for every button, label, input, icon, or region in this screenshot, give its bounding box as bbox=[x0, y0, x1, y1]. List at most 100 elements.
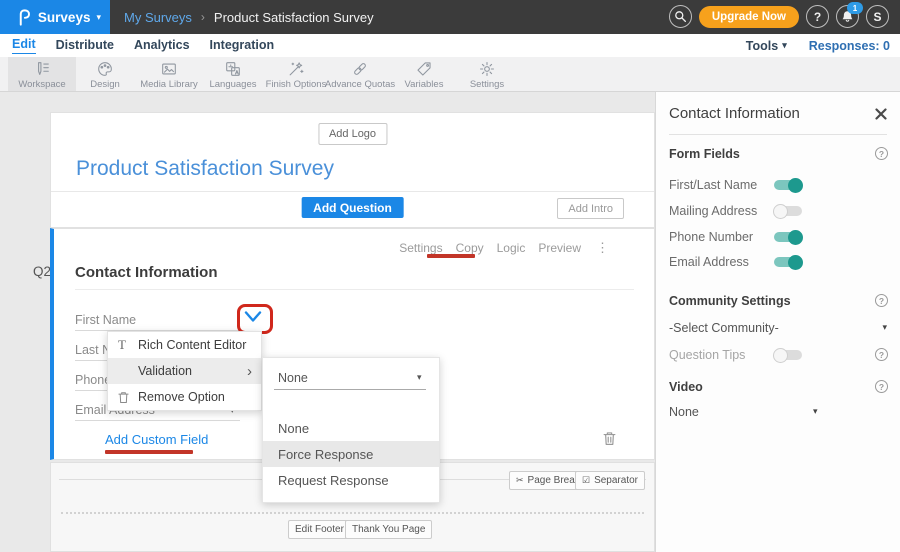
tab-analytics[interactable]: Analytics bbox=[134, 38, 190, 54]
toggle-phone-number[interactable] bbox=[774, 232, 802, 242]
survey-header-card: Add Logo Product Satisfaction Survey Add… bbox=[50, 112, 655, 228]
caret-down-icon[interactable]: ▾ bbox=[813, 406, 818, 417]
help-button[interactable]: ? bbox=[806, 5, 829, 28]
chevron-right-icon: › bbox=[247, 364, 252, 379]
toolbar-item-media-library[interactable]: Media Library bbox=[135, 57, 203, 91]
help-icon[interactable]: ? bbox=[875, 348, 888, 361]
help-icon[interactable]: ? bbox=[875, 294, 888, 307]
caret-down-icon[interactable]: ▾ bbox=[882, 322, 887, 333]
chevron-down-icon: ▾ bbox=[96, 13, 101, 22]
thank-you-page-button[interactable]: Thank You Page bbox=[345, 520, 432, 539]
survey-title[interactable]: Product Satisfaction Survey bbox=[76, 157, 334, 181]
toolbar-item-advance-quotas[interactable]: Advance Quotas bbox=[326, 57, 394, 91]
add-logo-button[interactable]: Add Logo bbox=[318, 123, 387, 145]
header-actions: Upgrade Now ? 1 S bbox=[669, 5, 889, 28]
help-icon[interactable]: ? bbox=[875, 147, 888, 160]
video-heading: Video bbox=[669, 380, 703, 394]
close-icon[interactable] bbox=[875, 108, 887, 120]
field-context-menu: T Rich Content Editor Validation › Remov… bbox=[107, 331, 262, 411]
sidebar-title: Contact Information bbox=[669, 105, 800, 122]
delete-question-trash-icon[interactable] bbox=[603, 431, 616, 446]
edit-footer-button[interactable]: Edit Footer bbox=[288, 520, 351, 539]
toggle-label-phone-number: Phone Number bbox=[669, 230, 753, 244]
field-phone[interactable]: Phone bbox=[75, 373, 111, 387]
question-copy-link[interactable]: Copy bbox=[456, 241, 484, 255]
workspace-icon bbox=[33, 60, 51, 78]
toggle-label-email-address: Email Address bbox=[669, 255, 749, 269]
add-intro-button[interactable]: Add Intro bbox=[557, 198, 624, 219]
tab-distribute[interactable]: Distribute bbox=[56, 38, 114, 54]
field-underline bbox=[75, 420, 240, 421]
divider bbox=[669, 134, 887, 135]
breadcrumb-separator-icon: › bbox=[201, 10, 205, 24]
toolbar-item-workspace[interactable]: Workspace bbox=[8, 57, 76, 91]
add-question-button[interactable]: Add Question bbox=[301, 197, 404, 218]
select-underline bbox=[274, 389, 426, 390]
chain-link-icon bbox=[351, 60, 369, 78]
upgrade-button[interactable]: Upgrade Now bbox=[699, 6, 799, 28]
validation-option-force-response[interactable]: Force Response bbox=[263, 441, 439, 467]
toolbar-item-finish-options[interactable]: Finish Options bbox=[262, 57, 330, 91]
nav-tabs: Edit Distribute Analytics Integration bbox=[12, 34, 274, 57]
form-fields-heading: Form Fields bbox=[669, 147, 740, 161]
top-header: Surveys ▾ My Surveys › Product Satisfact… bbox=[0, 0, 900, 34]
question-title[interactable]: Contact Information bbox=[75, 264, 218, 281]
chevron-down-icon: ▾ bbox=[782, 40, 787, 51]
question-logic-link[interactable]: Logic bbox=[497, 241, 526, 255]
add-custom-field-link[interactable]: Add Custom Field bbox=[105, 432, 208, 447]
magic-wand-icon bbox=[287, 60, 305, 78]
tab-edit[interactable]: Edit bbox=[12, 37, 36, 54]
validation-submenu: None ▾ None Force Response Request Respo… bbox=[262, 357, 440, 503]
nav-right: Tools ▾ Responses: 0 bbox=[746, 34, 890, 57]
question-settings-link[interactable]: Settings bbox=[399, 241, 442, 255]
divider bbox=[75, 289, 634, 290]
avatar[interactable]: S bbox=[866, 5, 889, 28]
questionpro-logo bbox=[17, 8, 32, 27]
tools-menu[interactable]: Tools ▾ bbox=[746, 39, 787, 53]
annotation-underline-settings bbox=[427, 254, 475, 258]
validation-select-value[interactable]: None bbox=[278, 371, 308, 385]
tab-integration[interactable]: Integration bbox=[210, 38, 275, 54]
notifications-button[interactable]: 1 bbox=[836, 5, 859, 28]
nav-tabs-row: Edit Distribute Analytics Integration To… bbox=[0, 34, 900, 57]
toolbar-item-settings[interactable]: Settings bbox=[453, 57, 521, 91]
separator-button[interactable]: ☑ Separator bbox=[575, 471, 645, 490]
search-button[interactable] bbox=[669, 5, 692, 28]
video-dropdown[interactable]: None bbox=[669, 405, 699, 419]
caret-down-icon[interactable]: ▾ bbox=[417, 372, 422, 383]
toggle-question-tips[interactable] bbox=[774, 350, 802, 360]
toggle-email-address[interactable] bbox=[774, 257, 802, 267]
help-icon: ? bbox=[814, 11, 821, 23]
responses-count[interactable]: Responses: 0 bbox=[809, 39, 890, 53]
checkbox-icon: ☑ bbox=[582, 476, 590, 485]
product-switcher[interactable]: Surveys ▾ bbox=[0, 0, 110, 34]
toolbar-item-languages[interactable]: Languages bbox=[199, 57, 267, 91]
menu-item-validation[interactable]: Validation › bbox=[108, 358, 261, 384]
toggle-label-first-last-name: First/Last Name bbox=[669, 178, 757, 192]
translate-icon bbox=[224, 60, 242, 78]
select-community-dropdown[interactable]: -Select Community- bbox=[669, 321, 779, 335]
menu-item-rich-content-editor[interactable]: T Rich Content Editor bbox=[108, 332, 261, 358]
toolbar-item-design[interactable]: Design bbox=[71, 57, 139, 91]
toggle-label-mailing-address: Mailing Address bbox=[669, 204, 757, 218]
rich-text-icon: T bbox=[118, 337, 138, 353]
toolbar-item-variables[interactable]: Variables bbox=[390, 57, 458, 91]
image-icon bbox=[160, 60, 178, 78]
breadcrumb: My Surveys › Product Satisfaction Survey bbox=[124, 0, 374, 34]
field-first-name[interactable]: First Name bbox=[75, 313, 136, 327]
validation-option-request-response[interactable]: Request Response bbox=[263, 467, 439, 493]
toggle-mailing-address[interactable] bbox=[774, 206, 802, 216]
product-menu-label: Surveys bbox=[38, 10, 91, 25]
more-options-icon[interactable]: ⋮ bbox=[596, 240, 609, 256]
breadcrumb-my-surveys[interactable]: My Surveys bbox=[124, 10, 192, 25]
toggle-first-last-name[interactable] bbox=[774, 180, 802, 190]
help-icon[interactable]: ? bbox=[875, 380, 888, 393]
menu-item-remove-option[interactable]: Remove Option bbox=[108, 384, 261, 410]
validation-option-none[interactable]: None bbox=[263, 415, 439, 441]
search-icon bbox=[674, 10, 687, 23]
tools-label: Tools bbox=[746, 39, 778, 53]
notification-badge: 1 bbox=[847, 2, 863, 14]
question-preview-link[interactable]: Preview bbox=[538, 241, 581, 255]
trash-icon bbox=[118, 391, 129, 404]
community-settings-heading: Community Settings bbox=[669, 294, 791, 308]
